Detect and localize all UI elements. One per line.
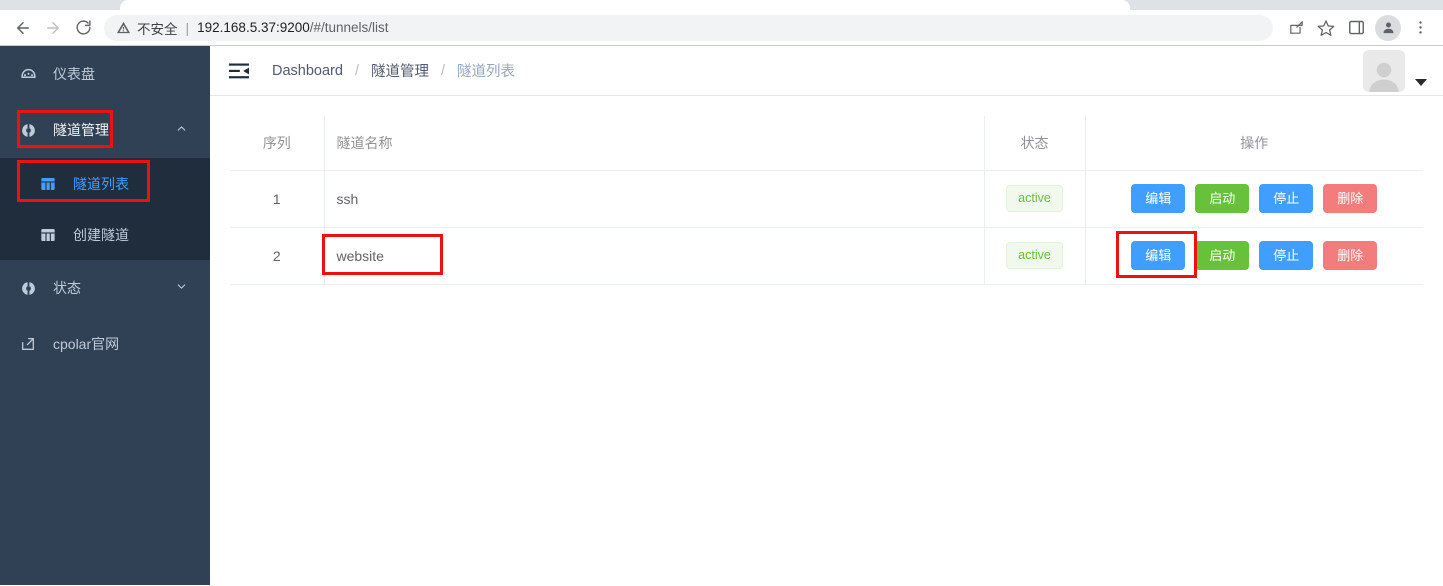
sidebar-item-status[interactable]: 状态: [0, 260, 210, 316]
avatar[interactable]: [1363, 49, 1405, 92]
tunnels-table-wrap: 序列 隧道名称 状态 操作 1 ssh active 编辑 启动 停止 删除 2…: [230, 116, 1423, 285]
browser-tab-other[interactable]: [1272, 0, 1432, 10]
back-button[interactable]: [8, 13, 38, 43]
url-text: 192.168.5.37:9200/#/tunnels/list: [197, 20, 389, 35]
cell-status: active: [983, 170, 1085, 228]
sidebar: 仪表盘 隧道管理 隧道列表 创建隧道 状态 cpolar官网: [0, 46, 210, 585]
breadcrumb-separator: /: [440, 62, 445, 79]
hamburger-fold-icon[interactable]: [228, 60, 250, 82]
sidebar-item-create-tunnel[interactable]: 创建隧道: [0, 209, 210, 260]
browser-tabstrip: [0, 0, 1443, 10]
sidebar-label-create-tunnel: 创建隧道: [73, 226, 129, 243]
breadcrumb-item-dashboard[interactable]: Dashboard: [272, 63, 343, 79]
stop-button[interactable]: 停止: [1259, 184, 1314, 213]
profile-avatar-icon[interactable]: [1375, 14, 1401, 41]
cell-index: 1: [230, 170, 324, 228]
cell-index: 2: [230, 227, 324, 285]
not-secure-icon: [116, 20, 131, 35]
browser-menu-icon[interactable]: [1405, 13, 1435, 43]
edit-button[interactable]: 编辑: [1131, 184, 1186, 213]
forward-button[interactable]: [38, 13, 68, 43]
breadcrumb-item-tunnel-list: 隧道列表: [457, 64, 515, 80]
action-button-group: 编辑 启动 停止 删除: [1086, 184, 1424, 213]
side-panel-icon[interactable]: [1341, 13, 1371, 43]
top-navbar: Dashboard / 隧道管理 / 隧道列表: [210, 46, 1443, 96]
column-header-name: 隧道名称: [323, 116, 984, 171]
sidebar-item-dashboard[interactable]: 仪表盘: [0, 46, 210, 102]
tunnels-table: 序列 隧道名称 状态 操作 1 ssh active 编辑 启动 停止 删除 2…: [230, 116, 1423, 285]
edit-button[interactable]: 编辑: [1131, 241, 1186, 270]
status-badge: active: [1006, 242, 1063, 269]
breadcrumb-item-tunnel-management[interactable]: 隧道管理: [371, 60, 429, 81]
status-badge: active: [1006, 185, 1063, 212]
stop-button[interactable]: 停止: [1259, 241, 1314, 270]
cell-tunnel-name: website: [323, 227, 984, 285]
external-link-icon: [20, 336, 44, 352]
sidebar-item-tunnel-management[interactable]: 隧道管理: [0, 102, 210, 158]
sidebar-label-tunnel-management: 隧道管理: [53, 122, 109, 138]
start-button[interactable]: 启动: [1195, 241, 1250, 270]
sidebar-submenu-tunnel: 隧道列表 创建隧道: [0, 158, 210, 260]
chevron-down-icon: [175, 280, 188, 296]
app-root: 仪表盘 隧道管理 隧道列表 创建隧道 状态 cpolar官网 Dashboard…: [0, 46, 1443, 585]
browser-chrome: 不安全 | 192.168.5.37:9200/#/tunnels/list: [0, 0, 1443, 46]
sidebar-label-status: 状态: [53, 280, 81, 296]
not-secure-label: 不安全: [137, 21, 178, 37]
grid-icon: [40, 227, 64, 243]
browser-toolbar: 不安全 | 192.168.5.37:9200/#/tunnels/list: [0, 10, 1443, 46]
breadcrumb: Dashboard / 隧道管理 / 隧道列表: [272, 60, 515, 81]
table-header-row: 序列 隧道名称 状态 操作: [230, 116, 1423, 171]
cell-status: active: [983, 227, 1085, 285]
dashboard-icon: [20, 66, 44, 83]
omnibox-divider: |: [185, 19, 190, 36]
content-area: 序列 隧道名称 状态 操作 1 ssh active 编辑 启动 停止 删除 2…: [210, 96, 1443, 585]
column-header-index: 序列: [230, 116, 324, 171]
cell-actions: 编辑 启动 停止 删除: [1084, 227, 1424, 285]
status-icon: [20, 280, 44, 297]
breadcrumb-separator: /: [354, 62, 359, 79]
action-button-group: 编辑 启动 停止 删除: [1086, 241, 1424, 270]
chevron-down-icon[interactable]: [1415, 78, 1427, 86]
main-area: Dashboard / 隧道管理 / 隧道列表 序列 隧道名称 状态 操作 1 …: [210, 46, 1443, 585]
share-icon[interactable]: [1281, 13, 1311, 43]
tunnel-icon: [20, 122, 44, 139]
cell-actions: 编辑 启动 停止 删除: [1084, 170, 1424, 228]
cell-tunnel-name: ssh: [323, 170, 984, 228]
table-row: 1 ssh active 编辑 启动 停止 删除: [230, 170, 1424, 228]
reload-button[interactable]: [68, 13, 98, 43]
browser-tab-active[interactable]: [120, 0, 1130, 10]
table-body: 1 ssh active 编辑 启动 停止 删除 2 website activ…: [230, 170, 1424, 285]
toolbar-actions: [1281, 13, 1435, 43]
table-row: 2 website active 编辑 启动 停止 删除: [230, 227, 1424, 285]
bookmark-star-icon[interactable]: [1311, 13, 1341, 43]
column-header-status: 状态: [983, 116, 1085, 171]
grid-icon: [40, 176, 64, 192]
delete-button[interactable]: 删除: [1323, 184, 1378, 213]
column-header-actions: 操作: [1084, 116, 1423, 171]
address-bar[interactable]: 不安全 | 192.168.5.37:9200/#/tunnels/list: [104, 14, 1273, 41]
sidebar-label-dashboard: 仪表盘: [53, 66, 95, 82]
table-head: 序列 隧道名称 状态 操作: [230, 116, 1423, 171]
chevron-up-icon: [175, 122, 188, 138]
sidebar-item-tunnel-list[interactable]: 隧道列表: [0, 158, 210, 209]
sidebar-label-tunnel-list: 隧道列表: [73, 175, 129, 192]
delete-button[interactable]: 删除: [1323, 241, 1378, 270]
start-button[interactable]: 启动: [1195, 184, 1250, 213]
navbar-right: [1363, 49, 1429, 92]
sidebar-item-cpolar-website[interactable]: cpolar官网: [0, 316, 210, 372]
sidebar-label-cpolar-website: cpolar官网: [53, 336, 120, 352]
